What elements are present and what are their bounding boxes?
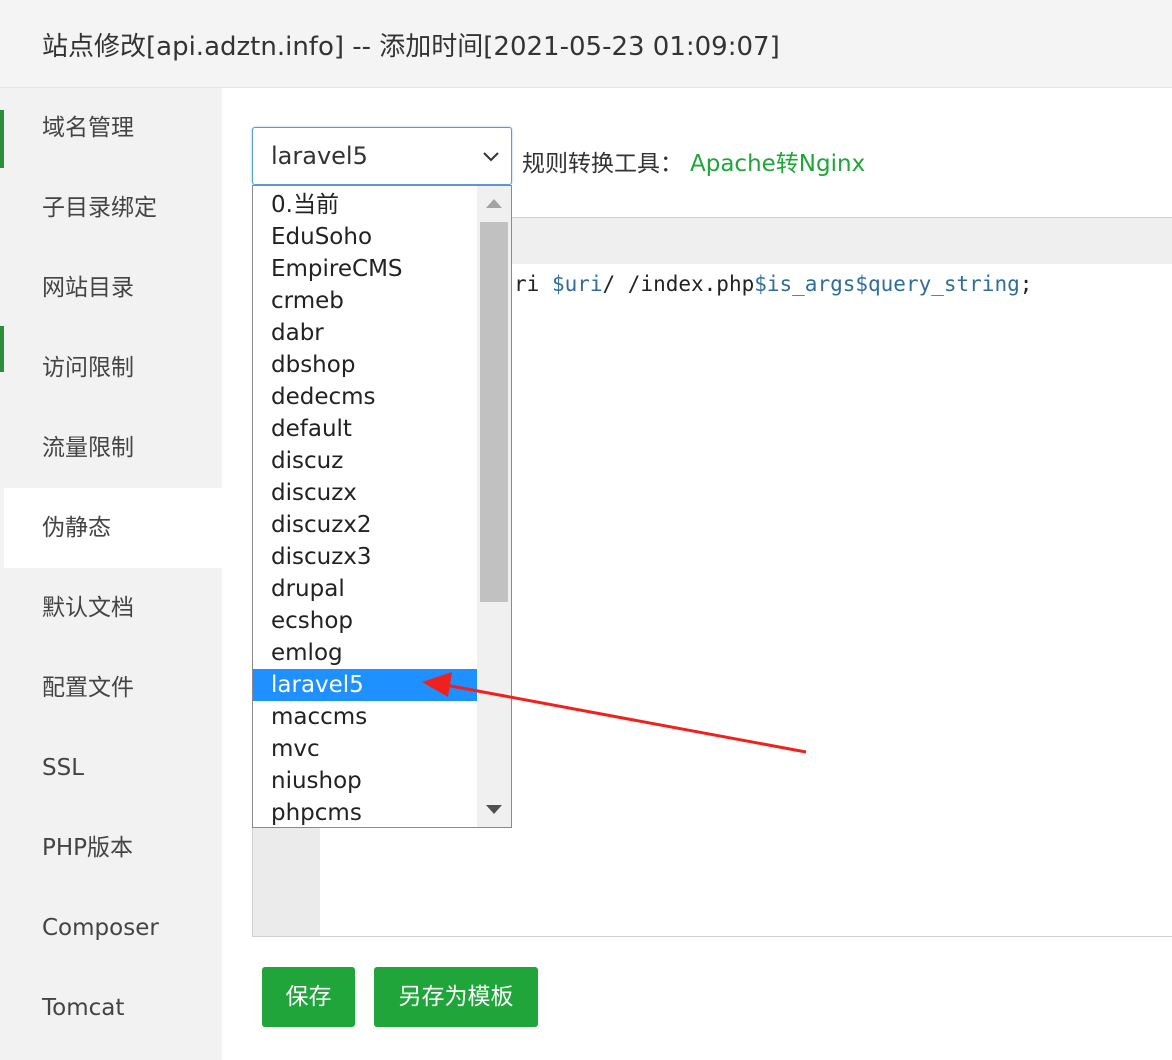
dropdown-option[interactable]: crmeb xyxy=(253,285,477,317)
dialog-title: 站点修改[api.adztn.info] -- 添加时间[2021-05-23 … xyxy=(42,32,780,62)
sidebar-item-composer[interactable]: Composer xyxy=(0,888,222,968)
sidebar-item-site-dir[interactable]: 网站目录 xyxy=(0,248,222,328)
rewrite-template-select[interactable]: laravel5 xyxy=(252,127,512,185)
code-text: ; xyxy=(1019,272,1033,296)
dropdown-option[interactable]: phpcms xyxy=(253,797,477,827)
dropdown-option[interactable]: dedecms xyxy=(253,381,477,413)
sidebar-item-domain[interactable]: 域名管理 xyxy=(0,88,222,168)
sidebar-item-tomcat[interactable]: Tomcat xyxy=(0,968,222,1048)
dropdown-option[interactable]: default xyxy=(253,413,477,445)
chevron-down-icon xyxy=(483,152,499,162)
dropdown-option[interactable]: ecshop xyxy=(253,605,477,637)
sidebar-item-default-doc[interactable]: 默认文档 xyxy=(0,568,222,648)
sidebar-item-access-limit[interactable]: 访问限制 xyxy=(0,328,222,408)
rule-converter-label: 规则转换工具： xyxy=(522,151,683,177)
code-text: ri xyxy=(514,272,552,296)
scroll-down-arrow-icon[interactable] xyxy=(486,805,502,814)
dropdown-option[interactable]: maccms xyxy=(253,701,477,733)
dropdown-option-selected[interactable]: laravel5 xyxy=(253,669,477,701)
code-line[interactable]: ri $uri/ /index.php$is_args$query_string… xyxy=(514,272,1032,296)
apache-to-nginx-link[interactable]: Apache转Nginx xyxy=(690,144,865,178)
code-variable: $uri xyxy=(551,272,603,296)
dropdown-option[interactable]: discuzx3 xyxy=(253,541,477,573)
sidebar-item-traffic-limit[interactable]: 流量限制 xyxy=(0,408,222,488)
save-button[interactable]: 保存 xyxy=(262,967,355,1027)
dropdown-option[interactable]: 0.当前 xyxy=(253,189,477,221)
dropdown-option[interactable]: dabr xyxy=(253,317,477,349)
sidebar-item-config-file[interactable]: 配置文件 xyxy=(0,648,222,728)
background-edge xyxy=(0,88,4,1060)
dropdown-option[interactable]: discuzx xyxy=(253,477,477,509)
sidebar-item-subdir[interactable]: 子目录绑定 xyxy=(0,168,222,248)
save-as-template-button[interactable]: 另存为模板 xyxy=(374,967,538,1027)
sidebar: 域名管理 子目录绑定 网站目录 访问限制 流量限制 伪静态 默认文档 配置文件 … xyxy=(0,88,222,1060)
dialog-titlebar: 站点修改[api.adztn.info] -- 添加时间[2021-05-23 … xyxy=(0,0,1172,88)
dropdown-option[interactable]: emlog xyxy=(253,637,477,669)
dropdown-scrollbar[interactable] xyxy=(477,186,511,827)
dropdown-option[interactable]: mvc xyxy=(253,733,477,765)
dropdown-option[interactable]: discuzx2 xyxy=(253,509,477,541)
dropdown-option[interactable]: niushop xyxy=(253,765,477,797)
code-text: / /index.php xyxy=(602,272,755,296)
dropdown-option[interactable]: EmpireCMS xyxy=(253,253,477,285)
scroll-up-arrow-icon[interactable] xyxy=(486,199,502,208)
sidebar-item-php-version[interactable]: PHP版本 xyxy=(0,808,222,888)
dropdown-option[interactable]: dbshop xyxy=(253,349,477,381)
dropdown-option[interactable]: EduSoho xyxy=(253,221,477,253)
sidebar-item-ssl[interactable]: SSL xyxy=(0,728,222,808)
background-edge-mark xyxy=(0,110,4,168)
dropdown-option[interactable]: drupal xyxy=(253,573,477,605)
code-variable: $is_args$query_string xyxy=(754,272,1020,296)
rewrite-template-value: laravel5 xyxy=(271,142,368,170)
background-edge-mark xyxy=(0,326,4,372)
scrollbar-thumb[interactable] xyxy=(480,222,508,602)
dropdown-option[interactable]: discuz xyxy=(253,445,477,477)
rewrite-template-dropdown[interactable]: 0.当前 EduSoho EmpireCMS crmeb dabr dbshop… xyxy=(252,185,512,828)
sidebar-item-rewrite[interactable]: 伪静态 xyxy=(4,488,222,568)
